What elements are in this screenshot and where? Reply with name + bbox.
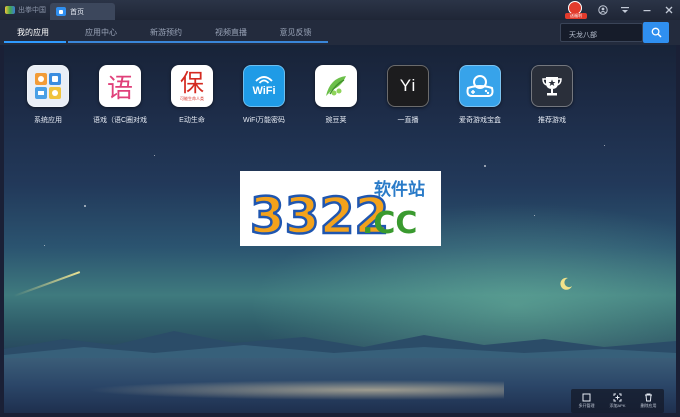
wifi-waves-icon [255,76,273,84]
star [44,245,45,246]
app-logo[interactable]: 出拳中国 [0,0,50,20]
tab-home[interactable]: 首页 [50,3,115,20]
multi-instance-label: 多开管理 [578,403,595,408]
star [604,145,605,146]
star [484,165,486,167]
delete-app-button[interactable]: 删除应用 [633,389,664,413]
wifi-icon: WiFi [243,65,285,107]
watermark-logo: 3322 .CC 软件站 [249,179,425,246]
active-tab-underline [4,41,66,43]
app-wifi-master[interactable]: WiFi WiFi万能密码 [229,65,299,125]
star [84,205,86,207]
minimize-icon [643,10,651,12]
logo-text: 出拳中国 [18,7,46,14]
star [154,155,155,156]
yu-glyph: 语 [106,73,133,104]
meteor [13,271,81,297]
search-input[interactable] [560,23,643,42]
multi-instance-icon [582,393,591,402]
close-icon [665,6,673,14]
site-watermark: 3322 .CC 软件站 [240,171,441,246]
app-label: 豌豆荚 [325,117,347,124]
bao-icon: 保 可能生命人类 [171,65,213,107]
dropdown-icon [621,7,629,13]
window-controls: 送福利 [564,0,680,20]
app-yizhibo[interactable]: Yi 一直播 [373,65,443,125]
system-apps-icon [27,65,69,107]
app-label: 推荐游戏 [538,117,566,124]
gamepad-icon [459,65,501,107]
yi-icon: Yi [387,65,429,107]
app-recommended-games[interactable]: 推荐游戏 [517,65,587,125]
watermark-domain: .CC [362,206,417,241]
add-apk-label: 添加APK [609,403,626,408]
app-system-apps[interactable]: 系统应用 [13,65,83,125]
bottom-toolbar: 多开管理 添加APK 删除应用 [571,389,664,413]
title-bar: 出拳中国 首页 送福利 [0,0,680,20]
bao-glyph: 保 [180,69,204,97]
mountain-silhouette [4,331,676,361]
add-apk-button[interactable]: 添加APK [602,389,633,413]
app-label: 一直播 [397,117,419,124]
app-label: 系统应用 [34,117,62,124]
menu-button[interactable] [614,0,636,20]
trash-icon [645,393,652,402]
yu-icon: 语 [99,65,141,107]
watermark-site-name: 软件站 [374,179,425,200]
app-wandoujia[interactable]: 豌豆荚 [301,65,371,125]
wifi-text: WiFi [252,85,276,97]
app-label: WiFi万能密码 [243,117,285,124]
app-yuxi[interactable]: 语 语戏（语C圈对戏 [85,65,155,125]
search-icon [651,27,662,38]
home-tab-label: 首页 [70,8,84,16]
home-icon [56,7,66,16]
water-reflection [64,379,504,401]
app-game-box[interactable]: 爱奇游戏宝盒 [445,65,515,125]
wandoujia-icon [315,65,357,107]
app-label: E动生命 [179,117,205,124]
yi-glyph: Yi [399,76,417,95]
delete-app-label: 删除应用 [640,403,657,408]
crescent-moon-icon [560,277,572,290]
add-apk-icon [613,393,622,402]
promo-mascot[interactable]: 送福利 [564,0,588,20]
app-e-life[interactable]: 保 可能生命人类 E动生命 [157,65,227,125]
account-button[interactable] [592,0,614,20]
trophy-icon [531,65,573,107]
bluestacks-logo-icon [5,6,15,14]
app-label: 爱奇游戏宝盒 [459,117,501,124]
multi-instance-button[interactable]: 多开管理 [571,389,602,413]
minimize-button[interactable] [636,0,658,20]
bao-subtext: 可能生命人类 [180,96,204,101]
star [534,215,535,216]
tab-underline [68,41,328,43]
app-label: 语戏（语C圈对戏 [92,117,148,124]
close-button[interactable] [658,0,680,20]
mascot-badge: 送福利 [565,13,587,19]
user-icon [598,5,608,15]
search-button[interactable] [643,22,669,43]
